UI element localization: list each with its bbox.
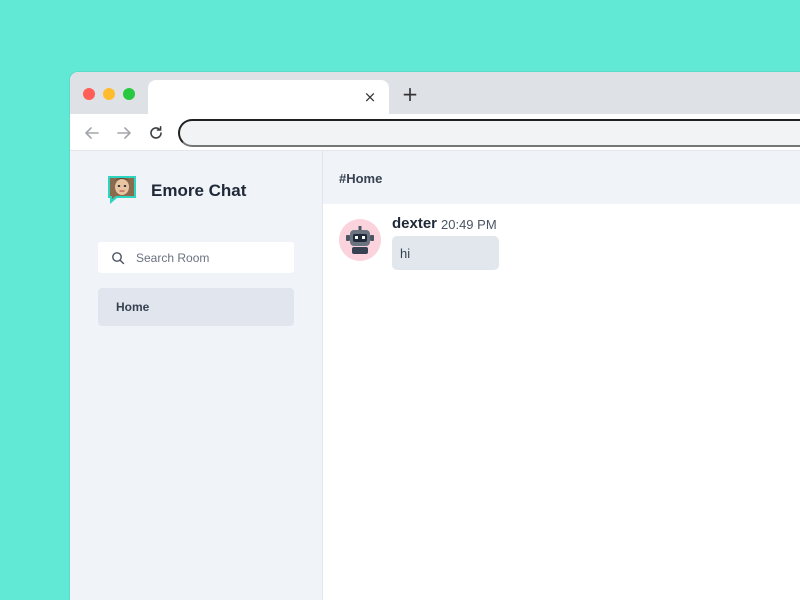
message-author[interactable]: dexter xyxy=(392,215,437,232)
message-bubble: hi xyxy=(392,236,499,270)
browser-window: × + Emore Chat Search Room Home #Home de… xyxy=(70,72,800,600)
room-title: #Home xyxy=(339,171,383,186)
forward-arrow-icon[interactable] xyxy=(114,123,134,143)
minimize-window-button[interactable] xyxy=(103,88,115,100)
search-icon xyxy=(111,251,125,265)
new-tab-icon[interactable]: + xyxy=(400,84,420,104)
message-time: 20:49 PM xyxy=(441,217,497,232)
sidebar: Emore Chat Home xyxy=(70,151,323,600)
browser-toolbar xyxy=(70,114,800,151)
maximize-window-button[interactable] xyxy=(123,88,135,100)
search-room-input[interactable] xyxy=(136,242,286,273)
address-bar[interactable] xyxy=(178,119,800,147)
room-search[interactable] xyxy=(98,242,294,273)
avatar[interactable] xyxy=(339,219,381,261)
reload-icon[interactable] xyxy=(146,123,166,143)
room-header: #Home xyxy=(323,151,800,204)
close-window-button[interactable] xyxy=(83,88,95,100)
browser-tab[interactable]: × xyxy=(148,80,389,114)
message-text: hi xyxy=(400,246,411,261)
back-arrow-icon[interactable] xyxy=(82,123,102,143)
room-item-label: Home xyxy=(116,300,150,314)
chat-app: Emore Chat Home #Home xyxy=(70,151,800,600)
message-item: dexter 20:49 PM hi xyxy=(339,215,639,275)
room-item-home[interactable]: Home xyxy=(98,288,294,326)
tab-strip: × + xyxy=(70,72,800,114)
close-tab-icon[interactable]: × xyxy=(361,88,379,106)
app-logo-icon xyxy=(105,172,139,206)
chat-main: #Home dexter 20:49 PM hi xyxy=(323,151,800,600)
robot-avatar-icon xyxy=(346,226,374,254)
app-title: Emore Chat xyxy=(151,181,247,200)
